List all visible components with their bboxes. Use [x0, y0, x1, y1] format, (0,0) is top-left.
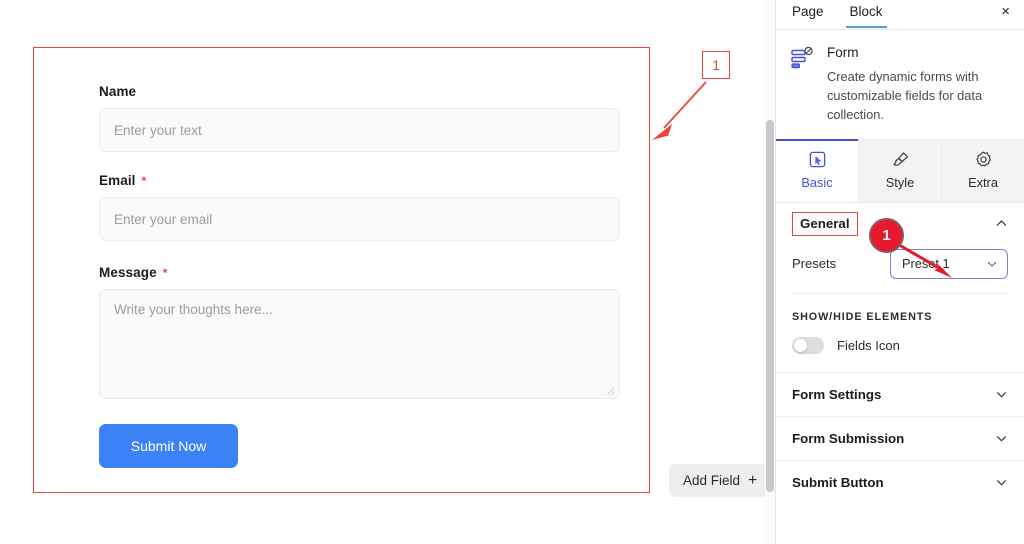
- form-block-highlight[interactable]: Name Enter your text Email * Enter your …: [33, 47, 650, 493]
- tab-page[interactable]: Page: [792, 0, 824, 27]
- required-asterisk: *: [162, 266, 168, 280]
- tab-basic[interactable]: Basic: [776, 138, 859, 202]
- switch-knob: [794, 338, 807, 352]
- block-info-text: Form Create dynamic forms with customiza…: [827, 45, 997, 125]
- panel-tab-strip: Page Block ×: [776, 0, 1024, 30]
- tab-extra[interactable]: Extra: [942, 138, 1024, 202]
- required-asterisk: *: [141, 174, 147, 188]
- callout-arrow-panel: [893, 240, 952, 278]
- section-general-title: General: [800, 215, 850, 231]
- resize-handle-icon[interactable]: [605, 385, 615, 395]
- editor-canvas: Name Enter your text Email * Enter your …: [0, 0, 775, 544]
- section-submit-button-title: Submit Button: [792, 474, 884, 490]
- field-label-name: Name: [99, 84, 620, 99]
- email-input-placeholder: Enter your email: [114, 211, 213, 227]
- callout-badge-panel: 1: [869, 218, 904, 253]
- chevron-down-icon: [987, 261, 997, 267]
- submit-now-button[interactable]: Submit Now: [99, 424, 238, 468]
- message-textarea-placeholder: Write your thoughts here...: [114, 302, 273, 317]
- app-root: Name Enter your text Email * Enter your …: [0, 0, 1024, 544]
- tab-extra-label: Extra: [968, 175, 998, 191]
- chevron-down-icon: [997, 436, 1006, 442]
- section-form-submission-title: Form Submission: [792, 430, 905, 446]
- section-form-settings-title: Form Settings: [792, 386, 882, 402]
- section-submit-button[interactable]: Submit Button: [776, 459, 1024, 504]
- add-field-label: Add Field: [683, 473, 741, 488]
- canvas-scrollbar-thumb[interactable]: [766, 120, 774, 492]
- field-label-email: Email *: [99, 173, 620, 188]
- tab-style-label: Style: [885, 175, 915, 191]
- tab-block[interactable]: Block: [845, 0, 887, 28]
- show-hide-elements-title: SHOW/HIDE ELEMENTS: [792, 310, 933, 323]
- chevron-down-icon: [997, 480, 1006, 486]
- message-textarea[interactable]: Write your thoughts here...: [99, 289, 620, 399]
- section-form-settings[interactable]: Form Settings: [776, 371, 1024, 416]
- chevron-up-icon[interactable]: [995, 217, 1008, 230]
- tab-basic-label: Basic: [801, 175, 833, 191]
- field-label-message: Message *: [99, 265, 620, 280]
- block-info: Form Create dynamic forms with customiza…: [776, 30, 1024, 139]
- block-description: Create dynamic forms with customizable f…: [827, 69, 983, 122]
- row-fields-icon-toggle: Fields Icon: [776, 323, 1024, 372]
- presets-label: Presets: [792, 256, 837, 272]
- field-label-text: Name: [99, 84, 137, 99]
- gear-icon: [975, 151, 991, 167]
- name-input[interactable]: Enter your text: [99, 108, 620, 152]
- general-title-highlight: General: [792, 211, 858, 236]
- cursor-square-icon: [809, 152, 825, 168]
- fields-icon-label: Fields Icon: [837, 337, 900, 353]
- form-block: Name Enter your text Email * Enter your …: [99, 84, 620, 468]
- form-icon: [791, 47, 813, 69]
- add-field-button[interactable]: Add Field +: [669, 464, 772, 497]
- plus-icon: +: [748, 471, 758, 489]
- close-icon[interactable]: ×: [1001, 4, 1010, 19]
- block-title: Form: [827, 45, 859, 60]
- field-label-text: Email: [99, 173, 136, 188]
- chevron-down-icon: [997, 392, 1006, 398]
- section-form-submission[interactable]: Form Submission: [776, 415, 1024, 460]
- email-input[interactable]: Enter your email: [99, 197, 620, 241]
- paintbrush-icon: [892, 152, 908, 167]
- tab-style[interactable]: Style: [859, 138, 942, 202]
- fields-icon-switch[interactable]: [792, 336, 824, 354]
- settings-tab-strip: Basic Style Extra: [776, 138, 1024, 203]
- field-label-text: Message: [99, 265, 157, 280]
- callout-badge-canvas: 1: [702, 51, 730, 79]
- name-input-placeholder: Enter your text: [114, 122, 202, 138]
